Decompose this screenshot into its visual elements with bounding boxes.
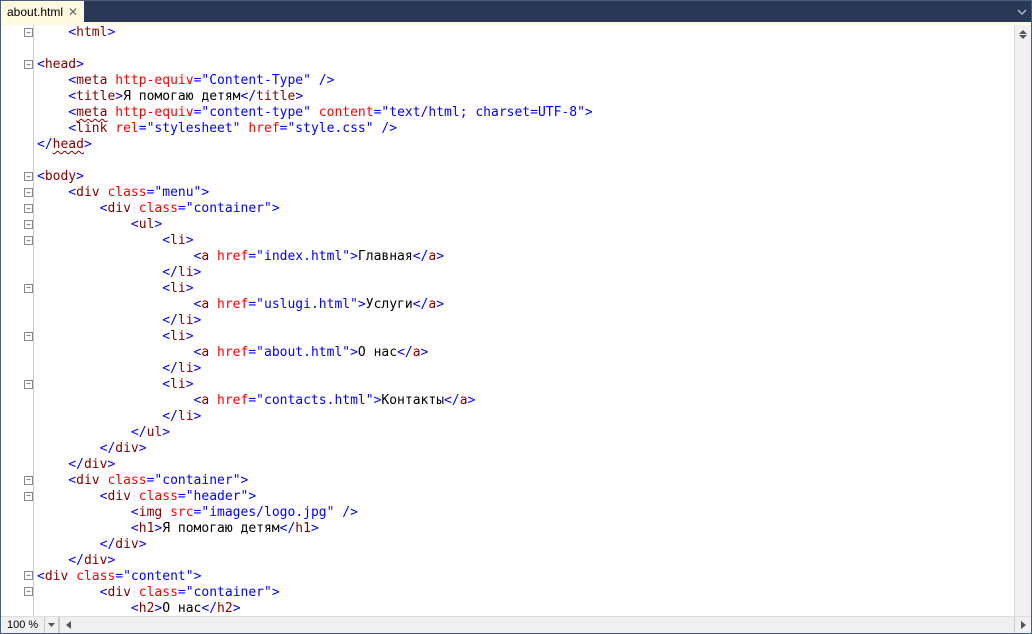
fold-toggle[interactable]: − [24,492,33,501]
code-line[interactable]: <h1>Я помогаю детям</h1> [37,521,1012,537]
fold-toggle[interactable]: − [24,587,33,596]
code-line[interactable]: <a href="index.html">Главная</a> [37,249,1012,265]
code-line[interactable]: <meta http-equiv="Content-Type" /> [37,73,1012,89]
fold-gutter[interactable]: − − − − − − − − − − − − − − [1,25,35,616]
code-line[interactable]: <link rel="stylesheet" href="style.css" … [37,121,1012,137]
code-line[interactable]: <head> [37,57,1012,73]
code-line[interactable]: <img src="images/logo.jpg" /> [37,505,1012,521]
code-line[interactable]: </div> [37,553,1012,569]
fold-toggle[interactable]: − [24,236,33,245]
code-line[interactable]: <ul> [37,217,1012,233]
code-line[interactable]: <li> [37,281,1012,297]
fold-toggle[interactable]: − [24,332,33,341]
code-line[interactable]: <meta http-equiv="content-type" content=… [37,105,1012,121]
code-line[interactable]: </li> [37,313,1012,329]
code-line[interactable]: <div class="header"> [37,489,1012,505]
code-line[interactable]: </li> [37,409,1012,425]
code-line[interactable]: <div class="container"> [37,585,1012,601]
code-line[interactable]: <div class="menu"> [37,185,1012,201]
zoom-label: 100 % [7,619,38,631]
code-line[interactable]: <div class="container"> [37,473,1012,489]
code-line[interactable]: <a href="uslugi.html">Услуги</a> [37,297,1012,313]
fold-toggle[interactable]: − [24,220,33,229]
fold-toggle[interactable]: − [24,380,33,389]
code-line[interactable]: <html> [37,25,1012,41]
chevron-down-icon [1017,7,1027,17]
fold-toggle[interactable]: − [24,284,33,293]
arrow-down-icon [1019,35,1027,39]
chevron-down-icon [48,623,55,627]
close-icon[interactable]: ✕ [68,7,78,17]
tab-bar: about.html ✕ [1,1,1031,22]
code-line[interactable]: </div> [37,457,1012,473]
code-line[interactable]: <body> [37,169,1012,185]
horizontal-scrollbar: 100 % [1,616,1031,633]
code-line[interactable]: <a href="contacts.html">Контакты</a> [37,393,1012,409]
code-line[interactable]: <div class="content"> [37,569,1012,585]
code-line[interactable]: <li> [37,233,1012,249]
fold-toggle[interactable]: − [24,571,33,580]
code-line[interactable]: <title>Я помогаю детям</title> [37,89,1012,105]
arrow-left-icon [66,621,71,629]
code-line[interactable]: </li> [37,265,1012,281]
code-line[interactable]: </div> [37,441,1012,457]
fold-toggle[interactable]: − [24,60,33,69]
code-line[interactable]: </head> [37,137,1012,153]
code-surface[interactable]: <html> <head> <meta http-equiv="Content-… [35,25,1014,616]
fold-toggle[interactable]: − [24,172,33,181]
editor-window: about.html ✕ − − − − − − − − − − − − − − <html> <head… [0,0,1032,634]
vertical-scrollbar[interactable] [1014,25,1031,616]
fold-toggle[interactable]: − [24,204,33,213]
scroll-right-button[interactable] [1014,617,1031,633]
scroll-left-button[interactable] [59,617,76,633]
code-line[interactable]: <div class="container"> [37,201,1012,217]
editor-area: − − − − − − − − − − − − − − <html> <head> <meta http-… [1,25,1031,616]
gutter-line [33,25,34,616]
fold-toggle[interactable]: − [24,476,33,485]
code-line[interactable]: <a href="about.html">О нас</a> [37,345,1012,361]
file-tab[interactable]: about.html ✕ [1,1,84,22]
scroll-nav-buttons[interactable] [1015,27,1031,42]
code-line[interactable]: </ul> [37,425,1012,441]
tab-overflow-button[interactable] [1017,1,1027,22]
code-line[interactable] [37,41,1012,57]
code-line[interactable]: </div> [37,537,1012,553]
fold-toggle[interactable]: − [24,28,33,37]
fold-toggle[interactable]: − [24,188,33,197]
tab-label: about.html [7,5,63,19]
arrow-up-icon [1019,30,1027,34]
code-line[interactable]: <h2>О нас</h2> [37,601,1012,616]
code-line[interactable]: <li> [37,377,1012,393]
zoom-level[interactable]: 100 % [1,617,45,633]
code-line[interactable]: <li> [37,329,1012,345]
arrow-right-icon [1021,621,1026,629]
zoom-dropdown[interactable] [45,617,59,633]
code-line[interactable] [37,153,1012,169]
hscroll-track[interactable] [76,617,1014,633]
code-line[interactable]: </li> [37,361,1012,377]
